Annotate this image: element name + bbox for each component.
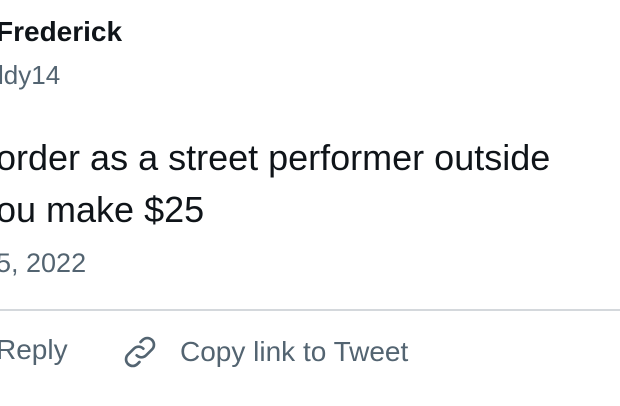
tweet-text-line: order as a street performer outside	[0, 137, 551, 178]
action-bar: Reply Copy link to Tweet	[0, 330, 620, 374]
reply-button[interactable]: Reply	[0, 334, 68, 366]
tweet-text: order as a street performer outside ou m…	[0, 132, 550, 236]
tweet-card: Frederick ldy14 order as a street perfor…	[0, 0, 620, 406]
author-handle[interactable]: ldy14	[0, 60, 60, 91]
tweet-text-line: ou make $25	[0, 189, 205, 230]
author-name[interactable]: Frederick	[0, 16, 122, 48]
link-icon	[120, 332, 160, 372]
divider	[0, 309, 620, 311]
copy-link-label: Copy link to Tweet	[180, 336, 409, 367]
copy-link-button[interactable]: Copy link to Tweet	[120, 330, 408, 374]
tweet-timestamp[interactable]: 5, 2022	[0, 248, 86, 279]
